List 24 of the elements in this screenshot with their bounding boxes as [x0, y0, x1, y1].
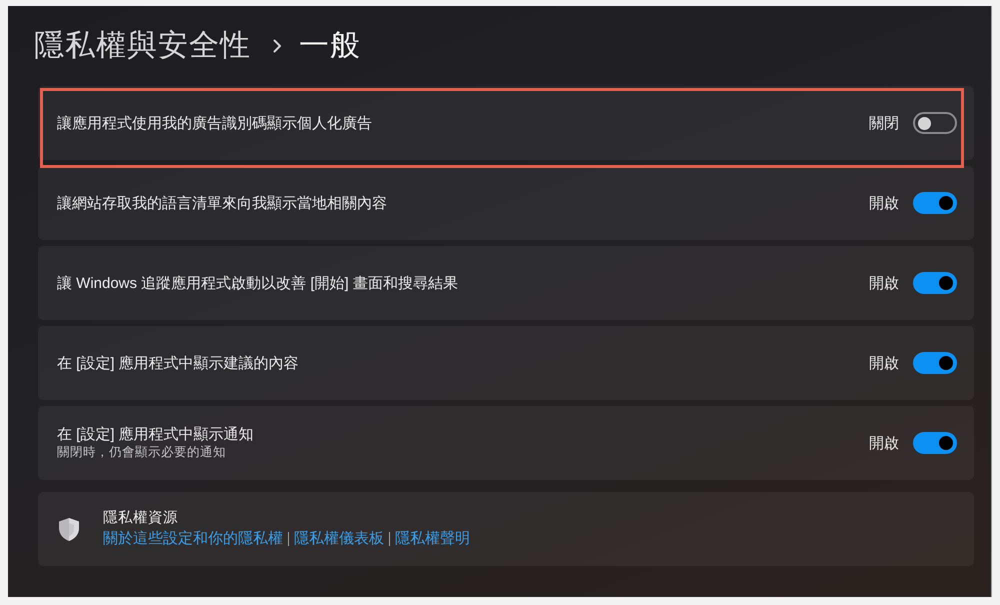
toggle-switch[interactable]	[913, 432, 957, 454]
toggle-state-label: 開啟	[869, 354, 899, 372]
toggle-switch[interactable]	[913, 272, 957, 294]
toggle-state-label: 開啟	[869, 274, 899, 292]
setting-label: 讓應用程式使用我的廣告識別碼顯示個人化廣告	[57, 114, 372, 132]
privacy-link[interactable]: 關於這些設定和你的隱私權	[103, 529, 283, 549]
resources-title: 隱私權資源	[103, 509, 178, 528]
privacy-link[interactable]: 隱私權儀表板	[294, 529, 384, 549]
setting-label: 在 [設定] 應用程式中顯示通知	[57, 425, 254, 444]
setting-description: 關閉時，仍會顯示必要的通知	[57, 444, 226, 461]
page-title: 一般	[299, 28, 361, 64]
setting-label: 讓 Windows 追蹤應用程式啟動以改善 [開始] 畫面和搜尋結果	[57, 274, 458, 292]
privacy-link[interactable]: 隱私權聲明	[395, 529, 470, 549]
toggle-state-label: 關閉	[869, 114, 899, 132]
toggle-switch[interactable]	[913, 112, 957, 134]
breadcrumb-parent[interactable]: 隱私權與安全性	[34, 28, 251, 64]
toggle-switch[interactable]	[913, 192, 957, 214]
toggle-switch[interactable]	[913, 352, 957, 374]
setting-label: 在 [設定] 應用程式中顯示建議的內容	[57, 354, 299, 372]
toggle-state-label: 開啟	[869, 194, 899, 212]
setting-label: 讓網站存取我的語言清單來向我顯示當地相關內容	[57, 194, 387, 212]
chevron-right-icon	[273, 39, 282, 53]
shield-icon	[58, 516, 80, 542]
toggle-state-label: 開啟	[869, 434, 899, 452]
